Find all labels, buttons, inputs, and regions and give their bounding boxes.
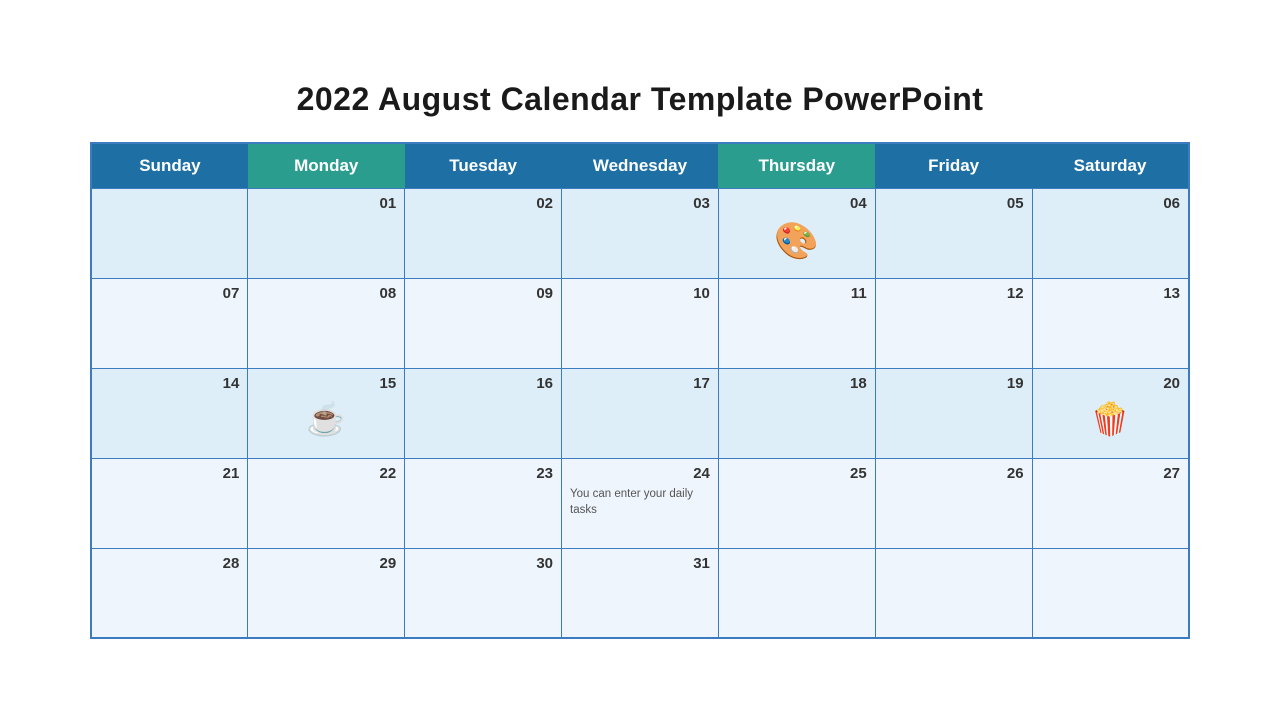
day-number: 28 (100, 555, 239, 572)
calendar-cell (875, 548, 1032, 638)
calendar-cell: 21 (91, 458, 248, 548)
calendar-cell (91, 188, 248, 278)
day-number: 07 (100, 285, 239, 302)
page-title: 2022 August Calendar Template PowerPoint (297, 81, 984, 118)
calendar-cell: 30 (405, 548, 562, 638)
day-number: 25 (727, 465, 867, 482)
calendar-cell: 11 (718, 278, 875, 368)
day-number: 30 (413, 555, 553, 572)
day-number: 03 (570, 195, 710, 212)
calendar-cell: 28 (91, 548, 248, 638)
header-thursday: Thursday (718, 143, 875, 189)
calendar-cell: 31 (562, 548, 719, 638)
day-number: 27 (1041, 465, 1180, 482)
calendar-cell: 17 (562, 368, 719, 458)
header-sunday: Sunday (91, 143, 248, 189)
day-number: 09 (413, 285, 553, 302)
calendar-cell: 22 (248, 458, 405, 548)
calendar-cell (718, 548, 875, 638)
calendar-cell: 14 (91, 368, 248, 458)
calendar-cell: 10 (562, 278, 719, 368)
day-number: 02 (413, 195, 553, 212)
calendar-cell: 25 (718, 458, 875, 548)
calendar-cell: 16 (405, 368, 562, 458)
calendar-cell (1032, 548, 1189, 638)
popcorn-icon: 🍿 (1041, 400, 1180, 438)
calendar-cell: 27 (1032, 458, 1189, 548)
calendar-cell: 07 (91, 278, 248, 368)
day-number: 24 (570, 465, 710, 482)
day-number: 26 (884, 465, 1024, 482)
header-friday: Friday (875, 143, 1032, 189)
day-number: 18 (727, 375, 867, 392)
header-saturday: Saturday (1032, 143, 1189, 189)
day-number: 05 (884, 195, 1024, 212)
day-number: 17 (570, 375, 710, 392)
calendar-cell: 06 (1032, 188, 1189, 278)
day-number: 01 (256, 195, 396, 212)
day-number: 23 (413, 465, 553, 482)
cell-note: You can enter your daily tasks (570, 486, 710, 518)
day-number: 21 (100, 465, 239, 482)
calendar-cell: 13 (1032, 278, 1189, 368)
day-number: 04 (727, 195, 867, 212)
calendar-cell: 01 (248, 188, 405, 278)
day-number: 13 (1041, 285, 1180, 302)
calendar-cell: 08 (248, 278, 405, 368)
calendar-cell: 03 (562, 188, 719, 278)
day-number: 29 (256, 555, 396, 572)
calendar-cell: 02 (405, 188, 562, 278)
calendar-cell: 18 (718, 368, 875, 458)
calendar-row-5: 28 29 30 31 (91, 548, 1189, 638)
day-number: 14 (100, 375, 239, 392)
day-number: 20 (1041, 375, 1180, 392)
palette-icon: 🎨 (727, 220, 867, 262)
calendar-row-3: 14 15 ☕ 16 17 18 19 20 🍿 (91, 368, 1189, 458)
day-number: 08 (256, 285, 396, 302)
day-number: 22 (256, 465, 396, 482)
calendar-wrapper: Sunday Monday Tuesday Wednesday Thursday… (90, 142, 1190, 640)
calendar-row-4: 21 22 23 24 You can enter your daily tasks 25… (91, 458, 1189, 548)
calendar-cell: 12 (875, 278, 1032, 368)
calendar-cell: 26 (875, 458, 1032, 548)
day-number: 31 (570, 555, 710, 572)
calendar-row-2: 07 08 09 10 11 12 13 (91, 278, 1189, 368)
header-wednesday: Wednesday (562, 143, 719, 189)
calendar-cell: 09 (405, 278, 562, 368)
coffee-icon: ☕ (256, 400, 396, 438)
calendar-cell: 04 🎨 (718, 188, 875, 278)
calendar-cell: 23 (405, 458, 562, 548)
day-number: 15 (256, 375, 396, 392)
day-number: 06 (1041, 195, 1180, 212)
calendar-cell: 20 🍿 (1032, 368, 1189, 458)
day-number: 11 (727, 285, 867, 302)
calendar-cell: 24 You can enter your daily tasks (562, 458, 719, 548)
day-number: 16 (413, 375, 553, 392)
calendar-cell: 15 ☕ (248, 368, 405, 458)
calendar-cell: 05 (875, 188, 1032, 278)
header-row: Sunday Monday Tuesday Wednesday Thursday… (91, 143, 1189, 189)
calendar-cell: 29 (248, 548, 405, 638)
header-monday: Monday (248, 143, 405, 189)
header-tuesday: Tuesday (405, 143, 562, 189)
day-number: 19 (884, 375, 1024, 392)
calendar-row-1: 01 02 03 04 🎨 05 06 (91, 188, 1189, 278)
day-number: 12 (884, 285, 1024, 302)
calendar-table: Sunday Monday Tuesday Wednesday Thursday… (90, 142, 1190, 640)
calendar-cell: 19 (875, 368, 1032, 458)
day-number: 10 (570, 285, 710, 302)
